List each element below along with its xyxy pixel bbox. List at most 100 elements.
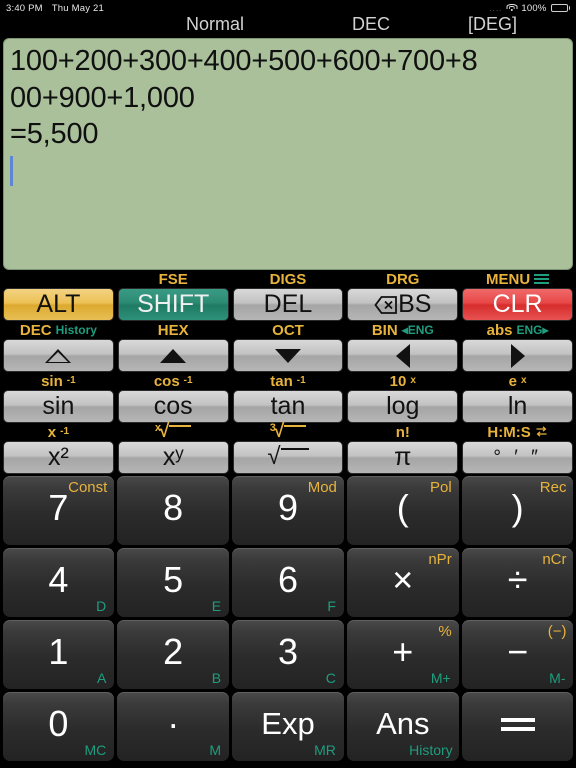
- memory-subtract-label: M-: [549, 669, 566, 686]
- memory-recall-label: MR: [314, 741, 336, 758]
- modifier-row: ALT FSE SHIFT DIGS DEL DRG BS MENU CLR: [1, 270, 575, 321]
- acos-exponent: -1: [183, 375, 193, 386]
- nav-right-button: [462, 339, 573, 372]
- key-backspace[interactable]: DRG BS: [345, 270, 460, 321]
- memory-add-label: M+: [430, 669, 451, 686]
- key-sin[interactable]: sin -1 sin: [1, 372, 116, 423]
- key-equals[interactable]: [461, 691, 574, 761]
- factorial-label: n!: [395, 423, 410, 441]
- row-789: 7 Const 8 9 Mod ( Pol ) Rec: [1, 474, 575, 546]
- key-multiply[interactable]: × nPr: [346, 547, 459, 617]
- key-right[interactable]: abs ENG▸: [460, 321, 575, 372]
- sin-button-label: sin: [3, 390, 114, 423]
- key-plus[interactable]: + % M+: [346, 619, 459, 689]
- trig-row: sin -1 sin cos -1 cos tan -1 tan 10 x log ex…: [1, 372, 575, 423]
- cos-button-label: cos: [117, 390, 229, 423]
- triangle-up-outline-icon: [45, 348, 72, 363]
- history-label: History: [55, 323, 97, 337]
- key-one[interactable]: 1 A: [2, 619, 115, 689]
- oct-label: OCT: [272, 321, 304, 339]
- atan-exponent: -1: [296, 375, 306, 386]
- ncr-label: nCr: [542, 550, 567, 568]
- e-power-exponent: x: [520, 375, 527, 386]
- x-inverse-label: x: [47, 423, 57, 441]
- row-0: 0 MC · M Exp MR Ans History: [1, 690, 575, 762]
- key-divide[interactable]: ÷ nCr: [461, 547, 574, 617]
- x-squared-button-label: x²: [3, 441, 114, 474]
- key-decimal-point[interactable]: · M: [117, 691, 230, 761]
- key-x-power-y[interactable]: x √ xʸ: [116, 422, 231, 474]
- key-open-paren[interactable]: ( Pol: [346, 475, 459, 545]
- hex-e-label: E: [211, 597, 222, 614]
- key-shift[interactable]: FSE SHIFT: [116, 270, 231, 321]
- key-five[interactable]: 5 E: [117, 547, 230, 617]
- x-power-y-button-label: xʸ: [117, 441, 229, 474]
- key-pi[interactable]: n! π: [345, 423, 460, 474]
- backspace-button: BS: [347, 288, 459, 321]
- battery-icon: [550, 4, 570, 12]
- key-four[interactable]: 4 D: [2, 547, 115, 617]
- key-log[interactable]: 10 x log: [345, 372, 460, 423]
- display-expression-line-2: 00+900+1,000: [10, 81, 195, 114]
- hamburger-menu-icon[interactable]: [534, 274, 550, 284]
- bin-label: BIN: [371, 321, 398, 339]
- calculator-display[interactable]: 100+200+300+400+500+600+700+8 00+900+1,0…: [3, 38, 573, 270]
- dms-button-label: ° ′ ″: [462, 441, 573, 474]
- key-minus[interactable]: − (−) M-: [461, 619, 574, 689]
- drg-label: DRG: [386, 270, 420, 288]
- key-x-squared[interactable]: x -1 x²: [1, 423, 116, 474]
- key-del[interactable]: DIGS DEL: [231, 270, 346, 321]
- key-eight[interactable]: 8: [117, 475, 230, 545]
- dec-label: DEC: [19, 321, 52, 339]
- backspace-label: BS: [398, 290, 432, 318]
- key-left[interactable]: BIN ◂ENG: [345, 321, 460, 372]
- wifi-icon: [506, 3, 518, 13]
- key-ln[interactable]: ex ln: [460, 372, 575, 423]
- key-answer[interactable]: Ans History: [346, 691, 459, 761]
- key-clr[interactable]: MENU CLR: [460, 270, 575, 321]
- key-tan[interactable]: tan -1 tan: [231, 372, 346, 423]
- pol-label: Pol: [430, 478, 452, 496]
- tan-button-label: tan: [232, 390, 344, 423]
- shift-button-label: SHIFT: [117, 288, 229, 321]
- log-button-label: log: [347, 390, 459, 423]
- battery-percent: 100%: [521, 2, 547, 14]
- key-up[interactable]: HEX: [116, 321, 231, 372]
- eng-right-label: ENG▸: [516, 323, 549, 337]
- hex-a-label: A: [96, 669, 107, 686]
- equals-button: [462, 692, 574, 761]
- signal-dots-icon: ....: [489, 3, 503, 13]
- clr-button-label: CLR: [462, 288, 573, 321]
- key-six[interactable]: 6 F: [232, 547, 344, 617]
- power-row: x -1 x² x √ xʸ 3 √ √ n! π H:M:S ° ′ ″: [1, 422, 575, 474]
- key-close-paren[interactable]: ) Rec: [461, 475, 574, 545]
- key-alt[interactable]: ALT: [1, 270, 116, 321]
- triangle-left-icon: [395, 343, 410, 368]
- key-two[interactable]: 2 B: [117, 619, 230, 689]
- triangle-up-icon: [160, 348, 187, 363]
- hex-f-label: F: [327, 597, 336, 614]
- display-result: =5,500: [10, 118, 99, 151]
- key-nine[interactable]: 9 Mod: [232, 475, 344, 545]
- atan-label: tan: [270, 372, 293, 390]
- ln-button-label: ln: [462, 390, 573, 423]
- nav-left-button: [347, 339, 459, 372]
- cube-root-icon: 3 √: [270, 422, 307, 441]
- key-seven[interactable]: 7 Const: [2, 475, 115, 545]
- status-date: Thu May 21: [51, 2, 104, 14]
- equals-icon: [500, 717, 535, 731]
- square-root-icon: √: [267, 445, 309, 469]
- key-cos[interactable]: cos -1 cos: [116, 372, 231, 423]
- x-inverse-exponent: -1: [60, 426, 70, 437]
- key-up-history[interactable]: DEC History: [1, 321, 116, 372]
- fse-label: FSE: [158, 270, 188, 288]
- acos-label: cos: [153, 372, 180, 390]
- key-square-root[interactable]: 3 √ √: [231, 422, 346, 474]
- navigation-row: DEC History HEX OCT BIN ◂ENG abs ENG▸: [1, 321, 575, 372]
- key-down[interactable]: OCT: [231, 321, 346, 372]
- key-dms[interactable]: H:M:S ° ′ ″: [460, 423, 575, 474]
- key-three[interactable]: 3 C: [232, 619, 344, 689]
- key-zero[interactable]: 0 MC: [2, 691, 115, 761]
- key-exponent[interactable]: Exp MR: [232, 691, 344, 761]
- npr-label: nPr: [428, 550, 452, 568]
